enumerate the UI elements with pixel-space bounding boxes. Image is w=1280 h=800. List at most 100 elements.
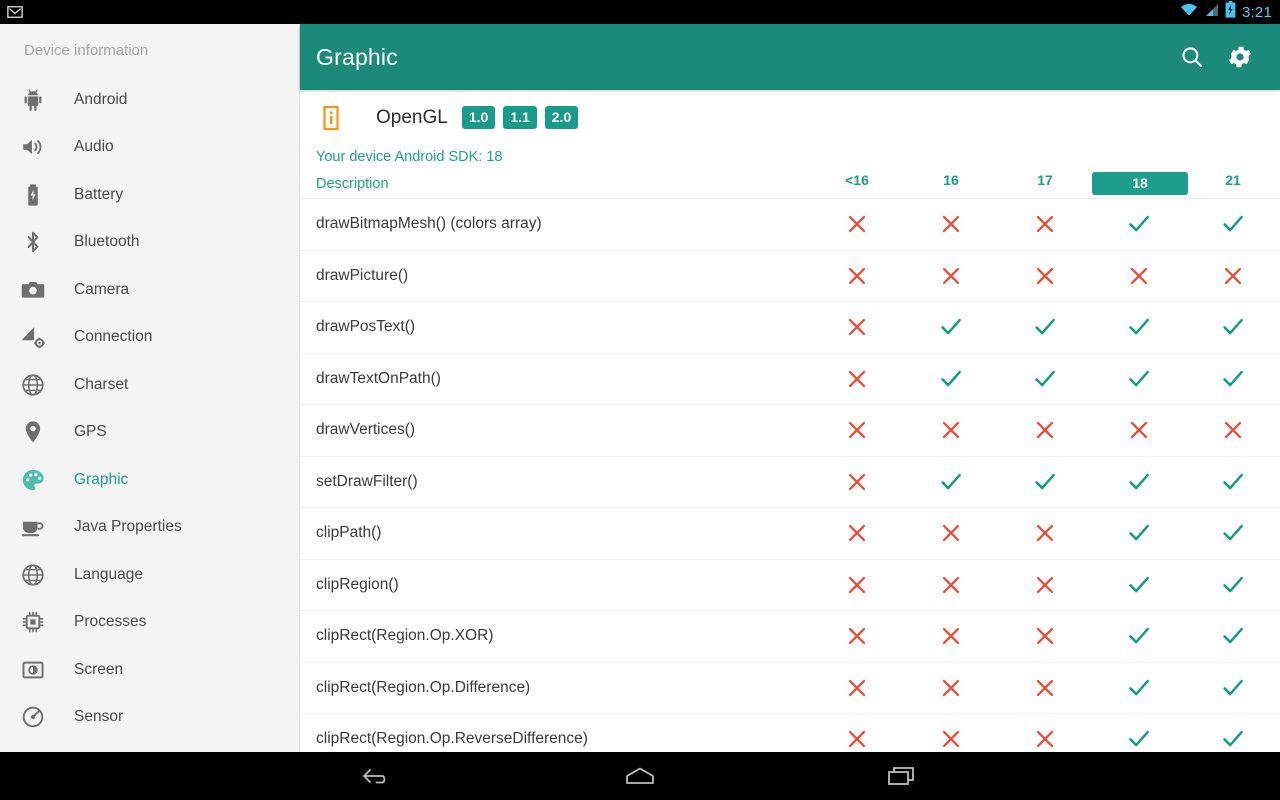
sidebar-item-bluetooth[interactable]: Bluetooth	[0, 219, 299, 267]
sidebar-item-label: Audio	[74, 138, 114, 156]
cross-icon	[845, 676, 869, 700]
sidebar-item-sensor[interactable]: Sensor	[0, 694, 299, 742]
column-header-label: 18	[1092, 172, 1188, 195]
content-scroll-area[interactable]: OpenGL 1.0 1.1 2.0 Your device Android SDK…	[300, 90, 1280, 752]
check-icon	[1032, 314, 1058, 340]
sidebar-item-battery[interactable]: Battery	[0, 171, 299, 219]
cross-icon	[939, 418, 963, 442]
check-icon	[1126, 469, 1152, 495]
sidebar-item-android[interactable]: Android	[0, 76, 299, 124]
column-header-group: <16 16 17 18 21	[810, 172, 1280, 195]
check-icon	[1126, 314, 1152, 340]
battery-icon	[18, 180, 48, 210]
column-header-sdk-17[interactable]: 17	[998, 172, 1092, 195]
check-icon	[938, 469, 964, 495]
table-row[interactable]: drawVertices()	[300, 405, 1280, 457]
sidebar-item-processes[interactable]: Processes	[0, 599, 299, 647]
sidebar-item-screen[interactable]: Screen	[0, 646, 299, 694]
column-header-sdk-21[interactable]: 21	[1186, 172, 1280, 195]
cross-icon	[845, 624, 869, 648]
info-icon[interactable]	[320, 105, 342, 131]
column-header-label: 21	[1225, 172, 1241, 188]
column-header-sdk-lt16[interactable]: <16	[810, 172, 904, 195]
support-yes-cell	[1092, 726, 1186, 752]
home-icon	[622, 765, 658, 787]
opengl-label: OpenGL	[376, 106, 448, 128]
column-header-sdk-18[interactable]: 18	[1092, 172, 1188, 195]
sidebar-item-audio[interactable]: Audio	[0, 124, 299, 172]
sidebar-item-language[interactable]: Language	[0, 551, 299, 599]
nav-back-button[interactable]	[352, 756, 404, 796]
table-row[interactable]: clipRect(Region.Op.XOR)	[300, 611, 1280, 663]
sidebar-item-gps[interactable]: GPS	[0, 409, 299, 457]
sidebar-item-label: Processes	[74, 613, 147, 631]
column-header-sdk-16[interactable]: 16	[904, 172, 998, 195]
search-icon	[1179, 44, 1205, 70]
support-no-cell	[998, 521, 1092, 545]
table-row[interactable]: drawTextOnPath()	[300, 354, 1280, 405]
nav-recents-button[interactable]	[876, 756, 928, 796]
sidebar-item-label: Android	[74, 90, 128, 108]
cross-icon	[1033, 264, 1057, 288]
sidebar-item-connection[interactable]: Connection	[0, 314, 299, 362]
sidebar-item-charset[interactable]: Charset	[0, 361, 299, 409]
table-row[interactable]: clipRect(Region.Op.ReverseDifference)	[300, 714, 1280, 752]
support-no-cell	[810, 367, 904, 391]
cross-icon	[845, 264, 869, 288]
table-body: drawBitmapMesh() (colors array) drawPictu…	[300, 199, 1280, 752]
table-row[interactable]: drawPosText()	[300, 302, 1280, 354]
check-icon	[1220, 314, 1246, 340]
opengl-version-badge: 1.1	[503, 106, 537, 129]
sidebar-item-camera[interactable]: Camera	[0, 266, 299, 314]
support-no-cell	[998, 676, 1092, 700]
feature-description: setDrawFilter()	[316, 472, 418, 490]
table-row[interactable]: clipPath()	[300, 508, 1280, 560]
screen-icon	[18, 655, 48, 685]
table-header-row: Description <16 16 17 18 21	[300, 169, 1280, 199]
support-yes-cell	[904, 469, 998, 495]
cross-icon	[845, 212, 869, 236]
cross-icon	[1221, 264, 1245, 288]
cross-icon	[845, 727, 869, 751]
opengl-summary-row[interactable]: OpenGL 1.0 1.1 2.0	[300, 90, 1280, 145]
support-no-cell	[904, 624, 998, 648]
support-yes-cell	[1092, 572, 1186, 598]
table-row[interactable]: drawPicture()	[300, 251, 1280, 302]
android-navigation-bar	[0, 752, 1280, 800]
sidebar-item-graphic[interactable]: Graphic	[0, 456, 299, 504]
main-body: Device information Android Audio Battery Bl…	[0, 24, 1280, 752]
battery-charging-icon	[1225, 1, 1236, 23]
recents-icon	[886, 764, 918, 788]
support-yes-cell	[998, 314, 1092, 340]
table-row[interactable]: setDrawFilter()	[300, 457, 1280, 508]
nav-home-button[interactable]	[614, 756, 666, 796]
column-header-description: Description	[316, 175, 389, 192]
support-yes-cell	[1186, 520, 1280, 546]
globe-icon	[18, 560, 48, 590]
check-icon	[938, 314, 964, 340]
sidebar-item-java-properties[interactable]: Java Properties	[0, 504, 299, 552]
support-no-cell	[810, 624, 904, 648]
support-no-cell	[904, 418, 998, 442]
settings-button[interactable]	[1216, 33, 1264, 81]
camera-icon	[18, 275, 48, 305]
check-icon	[1126, 366, 1152, 392]
support-yes-cell	[1186, 366, 1280, 392]
check-icon	[938, 366, 964, 392]
support-no-cell	[904, 521, 998, 545]
table-row[interactable]: clipRect(Region.Op.Difference)	[300, 663, 1280, 714]
sidebar-title: Device information	[24, 41, 149, 59]
feature-description: clipRect(Region.Op.ReverseDifference)	[316, 730, 588, 748]
support-yes-cell	[1186, 675, 1280, 701]
feature-description: drawVertices()	[316, 421, 416, 439]
check-icon	[1032, 366, 1058, 392]
bluetooth-icon	[18, 227, 48, 257]
search-button[interactable]	[1168, 33, 1216, 81]
table-row[interactable]: drawBitmapMesh() (colors array)	[300, 199, 1280, 251]
feature-description: clipRegion()	[316, 575, 399, 593]
back-icon	[361, 765, 395, 787]
status-bar-system-icons: 3:21	[1179, 1, 1272, 23]
support-yes-cell	[1186, 211, 1280, 237]
cross-icon	[939, 676, 963, 700]
table-row[interactable]: clipRegion()	[300, 560, 1280, 611]
